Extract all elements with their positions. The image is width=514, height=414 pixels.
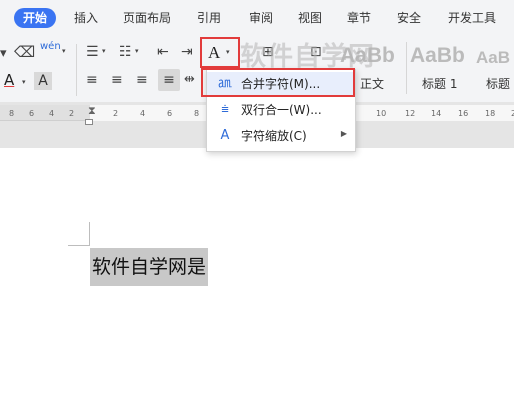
highlight-box (201, 68, 355, 97)
crop-mark (89, 222, 90, 246)
tab-review[interactable]: 审阅 (249, 8, 273, 28)
chevron-down-icon[interactable]: ▾ (0, 47, 7, 60)
submenu-arrow-icon: ▶ (340, 129, 347, 138)
align-left-icon[interactable]: ≡ (86, 73, 98, 87)
style-label: 标题 1 (422, 77, 458, 91)
numbered-list-icon[interactable]: ☷ (119, 45, 132, 59)
separator (406, 42, 407, 94)
chevron-down-icon[interactable]: ▾ (135, 48, 139, 55)
ruler-tick: 8 (9, 109, 15, 118)
char-shading-icon[interactable]: A (34, 72, 52, 90)
ruler-tick: 6 (167, 109, 173, 118)
style-label: 标题 (486, 77, 511, 91)
font-color-icon[interactable]: A (4, 73, 14, 88)
separator (76, 44, 77, 96)
increase-indent-icon[interactable]: ⇥ (181, 45, 193, 59)
tab-view[interactable]: 视图 (298, 8, 322, 28)
bullet-list-icon[interactable]: ☰ (86, 45, 99, 59)
ruler-tick: 14 (431, 109, 442, 118)
distributed-align-icon[interactable]: ⇹ (184, 73, 195, 86)
tab-references[interactable]: 引用 (197, 8, 221, 28)
ruler-tick: 10 (376, 109, 387, 118)
style-sample: AaBb (410, 44, 465, 67)
chevron-down-icon[interactable]: ▾ (102, 48, 106, 55)
tab-page-layout[interactable]: 页面布局 (123, 8, 171, 28)
char-scale-icon: A (220, 128, 230, 143)
ruler-tick: 8 (194, 109, 200, 118)
tab-section[interactable]: 章节 (347, 8, 371, 28)
tab-developer[interactable]: 开发工具 (448, 8, 496, 28)
chevron-down-icon[interactable]: ▾ (62, 48, 66, 55)
crop-mark (68, 245, 90, 246)
document-page[interactable]: 软件自学网是 (0, 148, 514, 414)
ruler-tick: 12 (405, 109, 416, 118)
ruler-tick: 4 (140, 109, 146, 118)
decrease-indent-icon[interactable]: ⇤ (157, 45, 169, 59)
ruler-tick: 2 (113, 109, 119, 118)
menu-bar: 开始 插入 页面布局 引用 审阅 视图 章节 安全 开发工具 (0, 0, 514, 36)
ruler-tick: 2 (69, 109, 75, 118)
ruler-tick: 6 (29, 109, 35, 118)
ruler-tick: 4 (49, 109, 55, 118)
ruler-tick: 18 (485, 109, 496, 118)
justify-icon[interactable]: ≡ (158, 69, 180, 91)
tab-home[interactable]: 开始 (14, 8, 57, 28)
style-heading-2[interactable]: AaB 标题 (476, 42, 514, 98)
ruler-tick: 16 (458, 109, 469, 118)
left-indent-marker[interactable] (85, 119, 93, 125)
selected-text[interactable]: 软件自学网是 (90, 248, 209, 286)
style-sample: AaB (476, 48, 511, 67)
phonetic-guide-icon[interactable]: wén (40, 42, 61, 52)
tab-insert[interactable]: 插入 (74, 8, 98, 28)
menu-item-char-scale[interactable]: A 字符缩放(C) ▶ (207, 124, 355, 148)
two-lines-in-one-icon: ⩧ (221, 102, 229, 117)
align-center-icon[interactable]: ≡ (111, 73, 123, 87)
menu-item-label: 双行合一(W)... (241, 103, 322, 117)
style-label: 正文 (360, 77, 385, 91)
align-right-icon[interactable]: ≡ (136, 73, 148, 87)
chevron-down-icon[interactable]: ▾ (22, 79, 26, 86)
indent-marker-icon[interactable]: ⧗ (88, 104, 96, 118)
menu-item-two-lines-in-one[interactable]: ⩧ 双行合一(W)... (207, 98, 355, 122)
eraser-icon[interactable]: ⌫ (14, 45, 35, 60)
style-heading-1[interactable]: AaBb 标题 1 (410, 42, 470, 98)
tab-security[interactable]: 安全 (397, 8, 421, 28)
highlight-box (200, 37, 240, 68)
menu-item-label: 字符缩放(C) (241, 129, 307, 143)
